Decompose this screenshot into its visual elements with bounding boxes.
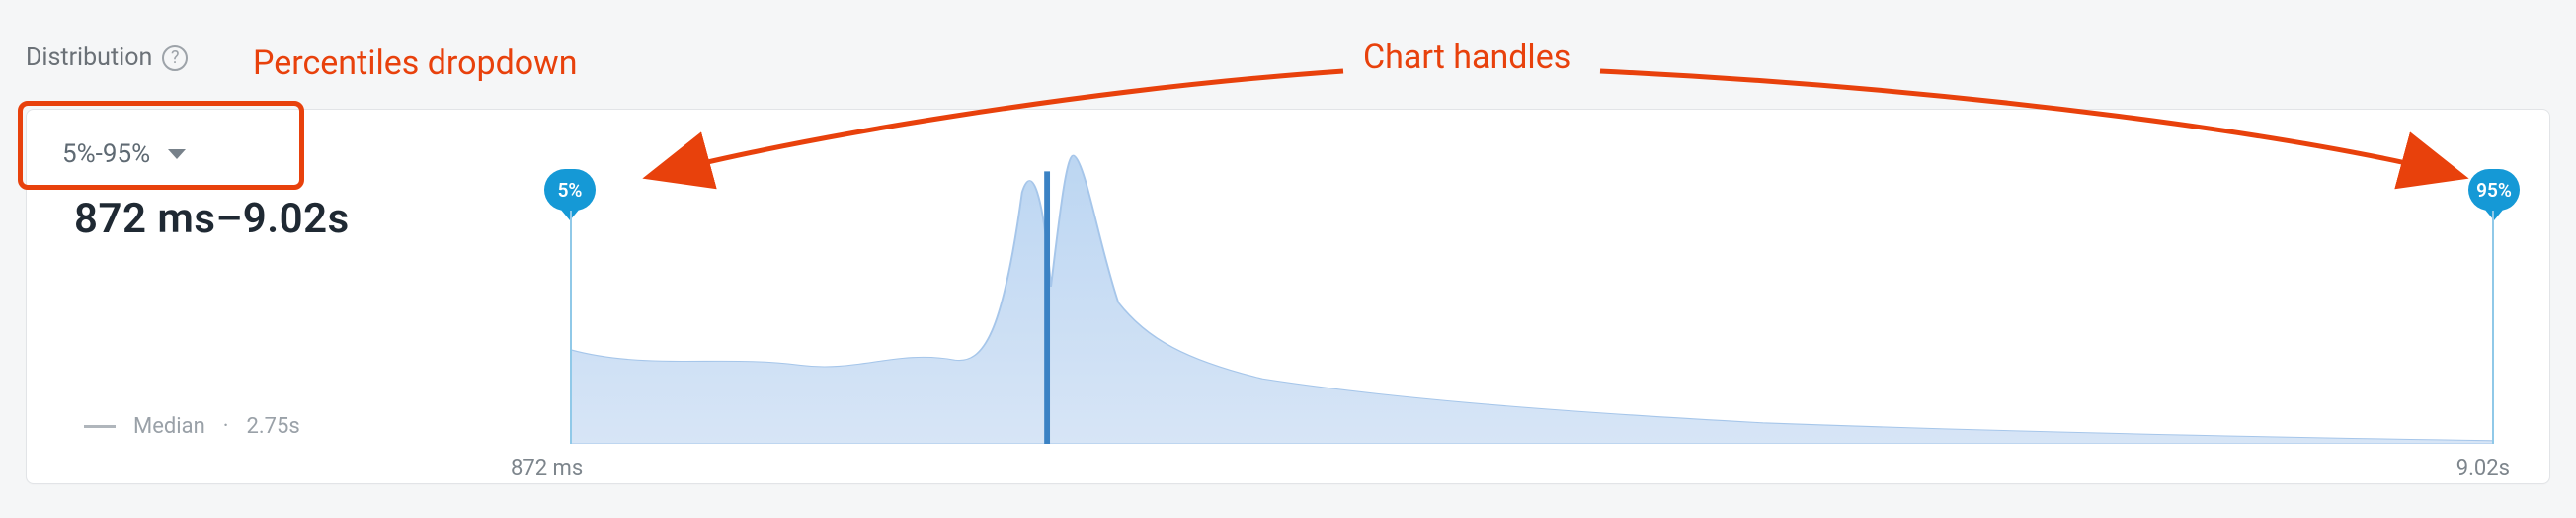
median-legend: Median · 2.75s	[84, 414, 300, 439]
handle-left-label: 5%	[558, 179, 583, 202]
percentile-handle-right[interactable]: 95%	[2468, 169, 2520, 211]
percentile-dropdown-label: 5%-95%	[62, 139, 150, 169]
help-icon[interactable]: ?	[162, 45, 188, 71]
range-value: 872 ms–9.02s	[74, 195, 350, 243]
distribution-card: 5%-95% 872 ms–9.02s Median · 2.75s 5%	[26, 109, 2550, 484]
panel-title: Distribution	[26, 43, 152, 72]
distribution-density-plot	[570, 130, 2494, 444]
distribution-chart[interactable]: 5% 95% 872 ms 9.02s	[570, 130, 2494, 444]
panel-header: Distribution ?	[26, 43, 188, 72]
median-line-icon	[84, 425, 116, 428]
median-separator: ·	[223, 414, 229, 439]
handle-right-label: 95%	[2476, 179, 2512, 202]
annotation-percentiles-dropdown: Percentiles dropdown	[253, 43, 577, 83]
percentile-guide-right	[2492, 211, 2494, 444]
median-value: 2.75s	[247, 414, 300, 439]
axis-label-max: 9.02s	[2456, 456, 2510, 480]
percentile-guide-left	[570, 211, 572, 444]
median-label: Median	[133, 414, 205, 439]
axis-label-min: 872 ms	[511, 456, 583, 480]
percentile-handle-left[interactable]: 5%	[544, 169, 596, 211]
percentile-dropdown[interactable]: 5%-95%	[62, 139, 186, 169]
chevron-down-icon	[168, 149, 186, 159]
annotation-chart-handles: Chart handles	[1363, 38, 1570, 77]
